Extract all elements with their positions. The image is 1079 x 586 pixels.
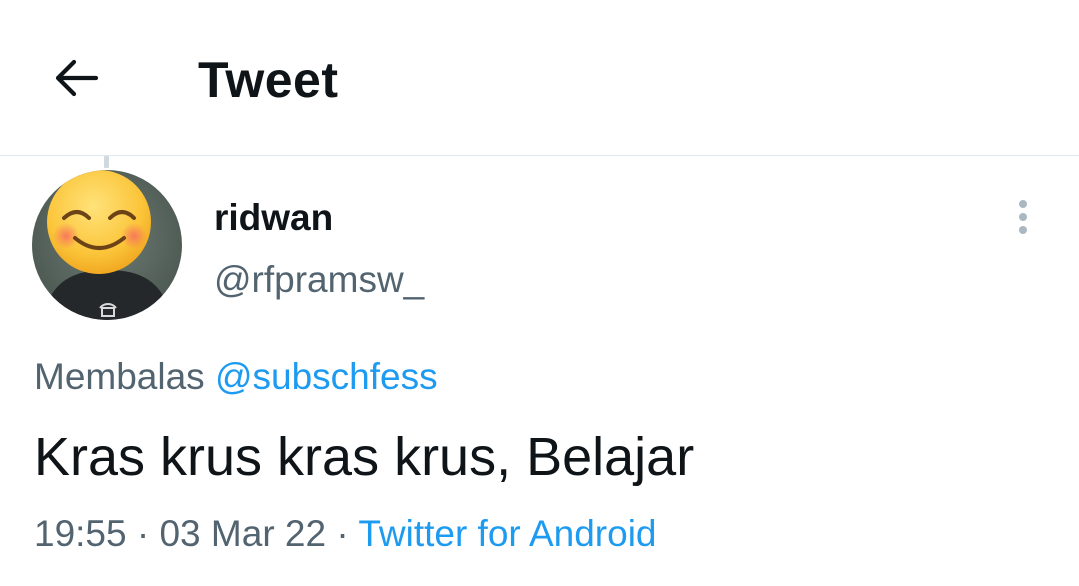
back-button[interactable] [40, 42, 112, 114]
more-vertical-icon [1019, 200, 1027, 234]
reply-prefix: Membalas [34, 356, 205, 397]
arrow-left-icon [55, 59, 99, 97]
smiling-face-avatar [32, 170, 182, 320]
reply-context: Membalas @subschfess [34, 355, 438, 399]
thread-connector-line [104, 156, 109, 168]
tweet-metadata: 19:55 · 03 Mar 22 · Twitter for Android [34, 512, 657, 556]
tweet-source-link[interactable]: Twitter for Android [358, 513, 656, 554]
more-options-button[interactable] [1000, 194, 1046, 240]
tweet-date: 03 Mar 22 [159, 513, 327, 554]
top-app-bar: Tweet [0, 0, 1079, 156]
avatar[interactable] [32, 170, 182, 320]
meta-separator: · [336, 513, 349, 554]
reply-mention-link[interactable]: @subschfess [215, 356, 438, 397]
author-display-name[interactable]: ridwan [214, 196, 333, 240]
author-handle[interactable]: @rfpramsw_ [214, 258, 424, 302]
tweet-text: Kras krus kras krus, Belajar [34, 427, 695, 487]
page-title: Tweet [198, 52, 339, 108]
meta-separator: · [136, 513, 150, 554]
tweet-time: 19:55 [34, 513, 127, 554]
